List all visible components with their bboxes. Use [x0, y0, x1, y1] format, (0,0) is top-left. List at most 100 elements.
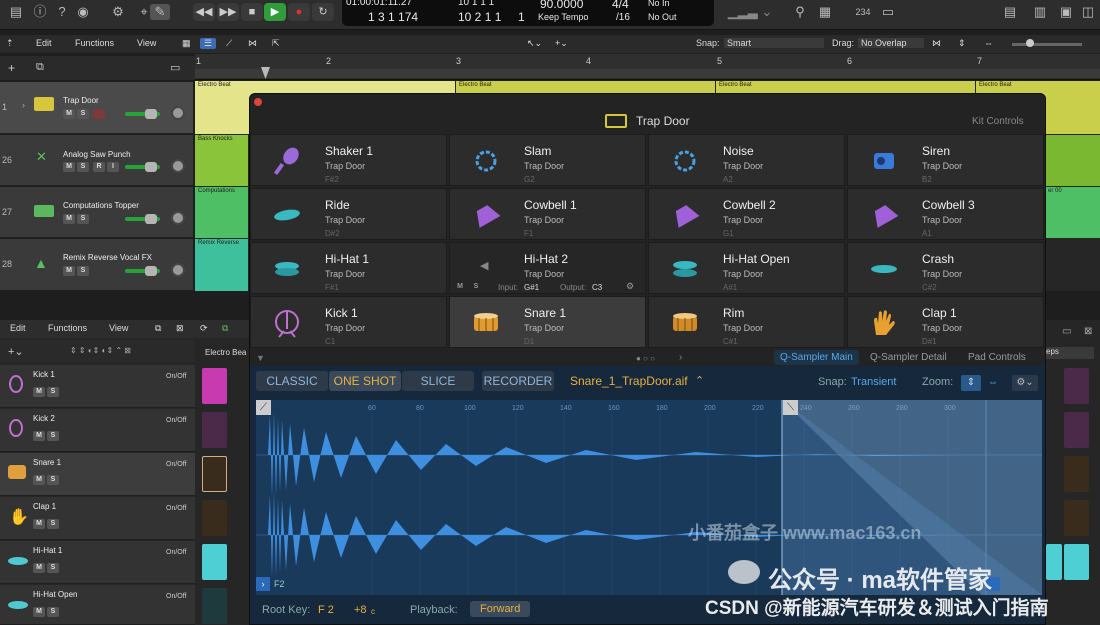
pad-kick-1[interactable]: Kick 1 Trap Door C1	[250, 296, 447, 348]
loop-icon[interactable]: ⟳	[200, 323, 208, 334]
play-button[interactable]: ▶	[264, 3, 286, 21]
pad-output-value[interactable]: C3	[592, 283, 602, 292]
on-off-label[interactable]: On/Off	[166, 461, 187, 468]
zoom-slider-knob[interactable]	[1026, 39, 1034, 47]
rewind-button[interactable]: ◀◀	[193, 3, 215, 21]
pad-mute-button[interactable]: M	[454, 282, 466, 292]
pad-slam[interactable]: Slam Trap Door G2	[449, 134, 646, 186]
region-computations[interactable]: Computations	[195, 187, 248, 238]
pan-knob[interactable]	[171, 159, 185, 173]
file-chevron-icon[interactable]: ⌃	[695, 374, 704, 387]
volume-fader-knob[interactable]	[145, 266, 157, 276]
step-cell[interactable]	[1046, 544, 1062, 580]
note-marker-icon[interactable]: ›	[256, 577, 270, 591]
volume-fader-knob[interactable]	[145, 162, 157, 172]
browser-icon[interactable]: ▣	[1056, 4, 1076, 20]
mute-button[interactable]: M	[33, 563, 45, 573]
mode-slice-button[interactable]: SLICE	[402, 371, 474, 391]
solo-button[interactable]: S	[77, 214, 89, 224]
lcd-in[interactable]: No In	[648, 0, 670, 8]
mute-button[interactable]: M	[33, 519, 45, 529]
solo-button[interactable]: S	[77, 266, 89, 276]
tab-pad-controls[interactable]: Pad Controls	[968, 352, 1026, 363]
window-icon[interactable]: ▭	[1062, 326, 1071, 337]
steps-select[interactable]: eps	[1044, 347, 1094, 359]
lcd-tempo-mode[interactable]: Keep Tempo	[538, 12, 588, 22]
on-off-label[interactable]: On/Off	[166, 505, 187, 512]
pad-solo-button[interactable]: S	[470, 282, 482, 292]
pad-input-value[interactable]: G#1	[524, 283, 539, 292]
lower-view-menu[interactable]: View	[109, 323, 128, 333]
step-cell[interactable]	[1064, 412, 1089, 448]
mute-button[interactable]: M	[33, 607, 45, 617]
mute-button[interactable]: M	[63, 266, 75, 276]
add-row-icon[interactable]: +⌄	[8, 345, 24, 358]
pad-cowbell-3[interactable]: Cowbell 3 Trap Door A1	[847, 188, 1044, 240]
volume-fader-knob[interactable]	[145, 109, 157, 119]
waveform-settings-icon[interactable]: ⚙⌄	[1012, 375, 1038, 391]
global-tracks-icon[interactable]: ▭	[170, 61, 180, 74]
snap-value[interactable]: Transient	[851, 376, 896, 388]
drum-row-name[interactable]: Clap 1	[33, 502, 56, 511]
pad-cowbell-2[interactable]: Cowbell 2 Trap Door G1	[648, 188, 845, 240]
step-cell[interactable]	[1064, 544, 1089, 580]
mute-button[interactable]: M	[33, 431, 45, 441]
snap-select[interactable]: Smart	[724, 38, 824, 48]
secondary-tool-icon[interactable]: +⌄	[555, 38, 568, 49]
region-remix-reverse[interactable]: Remix Reverse	[195, 239, 248, 291]
edit-menu[interactable]: Edit	[36, 38, 52, 48]
automation-icon[interactable]: ⟋	[226, 38, 232, 49]
drum-row-snare-1[interactable]: Snare 1 M S On/Off	[0, 453, 195, 496]
track-computations-topper[interactable]: 27 Computations Topper M S	[0, 187, 193, 238]
mixer-icon[interactable]: ⚙	[108, 4, 128, 20]
on-off-label[interactable]: On/Off	[166, 373, 187, 380]
drum-row-clap-1[interactable]: ✋ Clap 1 M S On/Off	[0, 497, 195, 540]
drum-row-name[interactable]: Hi-Hat Open	[33, 590, 77, 599]
settings-icon[interactable]: ⊠	[176, 323, 184, 334]
step-cell[interactable]	[202, 412, 227, 448]
ruler[interactable]: 1 2 3 4 5 6 7	[195, 54, 1100, 80]
root-key-value[interactable]: F 2	[318, 604, 334, 616]
link-icon[interactable]: ⧉	[222, 323, 228, 334]
solo-button[interactable]: S	[47, 431, 59, 441]
disclosure-icon[interactable]: ›	[22, 100, 25, 110]
functions-menu[interactable]: Functions	[75, 38, 114, 48]
lower-functions-menu[interactable]: Functions	[48, 323, 87, 333]
tab-q-sampler-detail[interactable]: Q-Sampler Detail	[870, 352, 947, 363]
inspector-icon[interactable]: ⓘ	[30, 4, 50, 20]
close-window-button[interactable]	[254, 98, 262, 106]
region-bass-knocks-right[interactable]	[1045, 135, 1100, 186]
stop-button[interactable]: ■	[241, 3, 263, 21]
mute-button[interactable]: M	[33, 387, 45, 397]
mute-button[interactable]: M	[63, 214, 75, 224]
region-bass-knocks[interactable]: Bass Knocks	[195, 135, 248, 186]
pad-snare-1[interactable]: Snare 1 Trap Door D1	[449, 296, 646, 348]
help-icon[interactable]: ?	[52, 4, 72, 20]
pencil-icon[interactable]: ✎	[150, 4, 170, 20]
step-cell[interactable]	[202, 588, 227, 624]
apple-loops-icon[interactable]: ◫	[1078, 4, 1098, 20]
zoom-vertical-button[interactable]: ⇕	[961, 375, 981, 391]
mode-recorder-button[interactable]: RECORDER	[482, 371, 554, 391]
drag-select[interactable]: No Overlap	[858, 38, 924, 48]
speaker-icon[interactable]: ◀	[480, 259, 488, 272]
solo-button[interactable]: S	[47, 563, 59, 573]
lcd-division[interactable]: /16	[616, 12, 630, 23]
step-cell[interactable]	[202, 456, 227, 492]
library-icon[interactable]: ▤	[6, 4, 26, 20]
mute-button[interactable]: M	[33, 475, 45, 485]
mute-button[interactable]: M	[63, 162, 75, 172]
mode-classic-button[interactable]: CLASSIC	[256, 371, 328, 391]
track-trap-door[interactable]: 1 › Trap Door M S	[0, 82, 193, 134]
row-controls[interactable]: ⇕ ⇕ ◐⇕ ◐⇕ ⌃ ⊠	[70, 346, 131, 355]
step-cell[interactable]	[202, 544, 227, 580]
solo-button[interactable]: S	[47, 387, 59, 397]
solo-button[interactable]: S	[77, 162, 89, 172]
cycle-button[interactable]: ↻	[312, 3, 334, 21]
track-name[interactable]: Computations Topper	[63, 201, 139, 210]
sample-end-handle[interactable]: ⟍	[783, 400, 798, 415]
zoom-horizontal-button[interactable]: ⇔	[984, 375, 1002, 391]
mute-button[interactable]: M	[63, 109, 75, 119]
track-name[interactable]: Trap Door	[63, 96, 99, 105]
volume-fader-knob[interactable]	[145, 214, 157, 224]
